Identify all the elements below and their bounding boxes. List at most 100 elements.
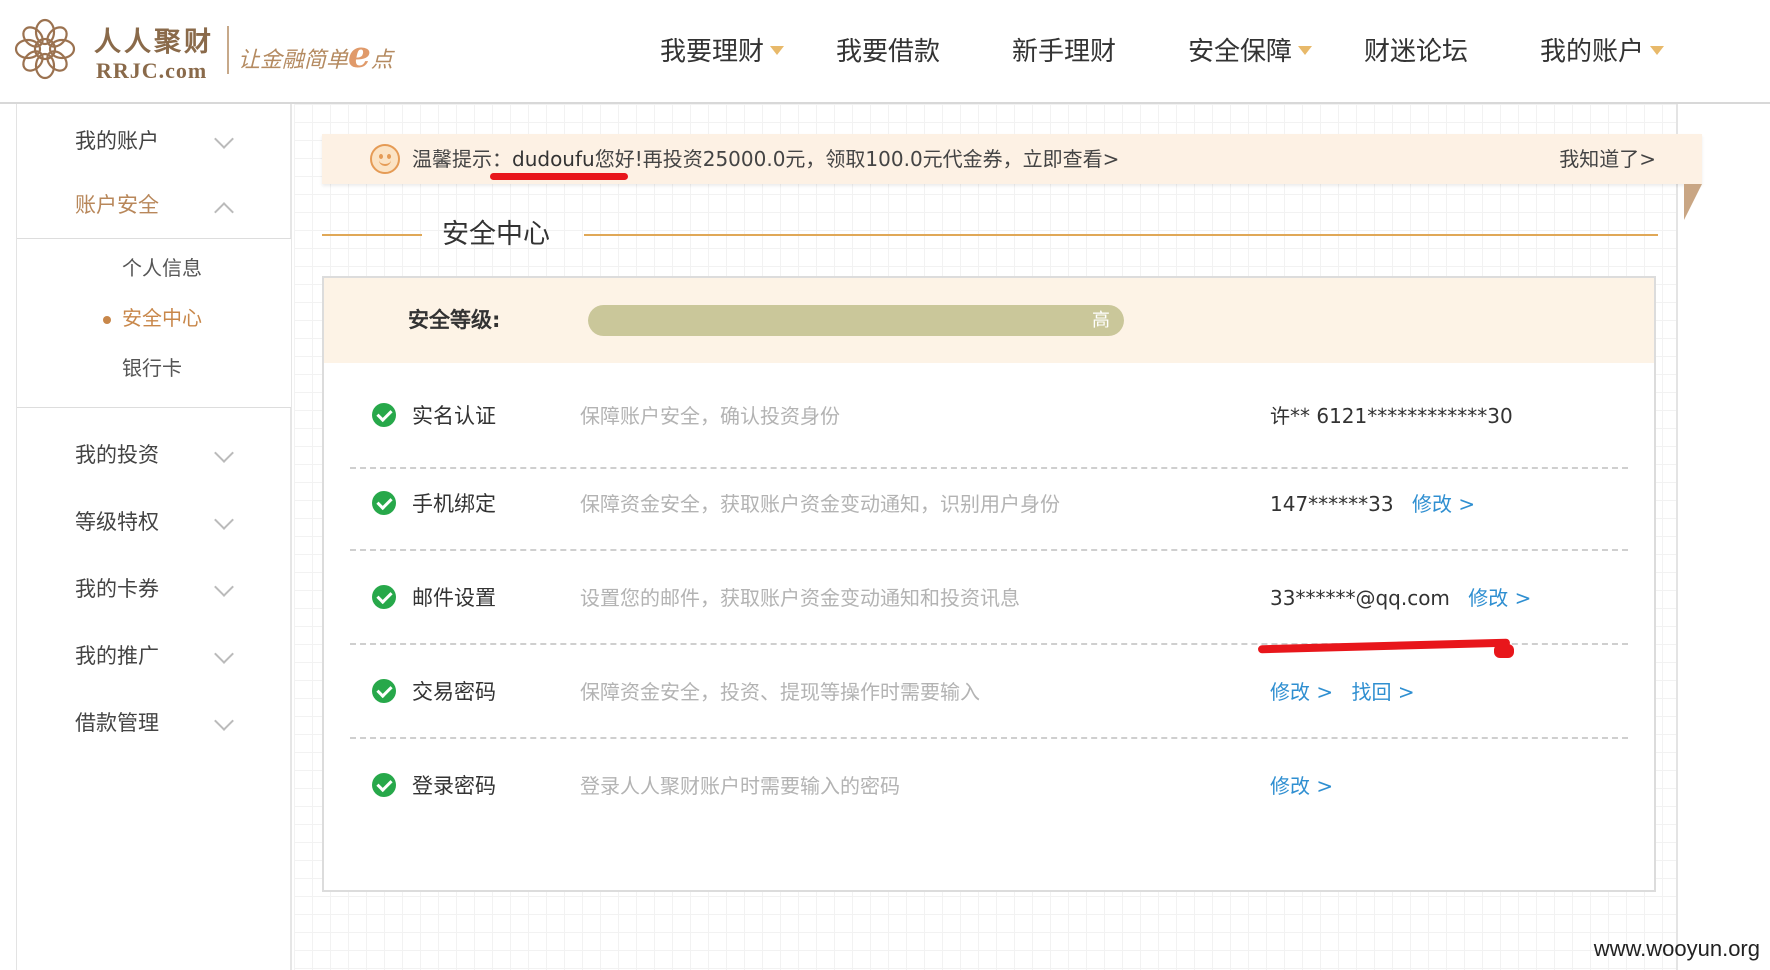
chevron-down-icon <box>214 644 234 664</box>
check-circle-icon <box>372 773 396 797</box>
nav-label: 我要理财 <box>660 37 765 67</box>
row-value-group: 33******@qq.com 修改 > <box>1270 551 1531 645</box>
site-header: 人人聚财 RRJC.com 让金融简单e点 我要理财 我要借款 新手理财 安全保… <box>0 0 1770 104</box>
site-logo[interactable]: 人人聚财 RRJC.com 让金融简单e点 <box>14 16 394 86</box>
sidebar-subitem-personal-info[interactable]: 个人信息 <box>122 253 202 283</box>
security-level-fill <box>588 305 1124 336</box>
row-value: 许** 6121************30 <box>1270 404 1513 428</box>
logo-flower-icon <box>14 18 76 80</box>
sidebar-submenu: 个人信息 安全中心 银行卡 <box>17 238 291 408</box>
sidebar-item-label: 账户安全 <box>75 193 159 217</box>
brand-name: 人人聚财 <box>94 27 214 58</box>
sidebar-subitem-security-center[interactable]: 安全中心 <box>122 303 202 333</box>
chevron-down-icon <box>214 443 234 463</box>
notice-fold-decoration <box>1684 184 1702 220</box>
chevron-down-icon <box>214 510 234 530</box>
sidebar: 我的账户 账户安全 个人信息 安全中心 银行卡 我的投资 等级特权 我的卡券 我… <box>16 104 292 970</box>
nav-label: 财迷论坛 <box>1364 37 1469 67</box>
security-panel: 安全等级: 高 实名认证 保障账户安全，确认投资身份 许** 6121*****… <box>322 276 1656 892</box>
sidebar-item-label: 借款管理 <box>75 711 159 735</box>
notice-dismiss-link[interactable]: 我知道了> <box>1559 134 1656 184</box>
row-title: 邮件设置 <box>412 586 496 610</box>
row-description: 保障资金安全，投资、提现等操作时需要输入 <box>580 680 980 704</box>
caret-down-icon <box>1298 46 1313 55</box>
notice-prefix: 温馨提示： <box>412 147 512 171</box>
annotation-scribble <box>1494 644 1514 658</box>
section-rule-left <box>322 234 422 236</box>
sidebar-item-loan-management[interactable]: 借款管理 <box>17 690 291 756</box>
row-value-group: 修改 > 找回 > <box>1270 645 1415 739</box>
sidebar-item-label: 我的投资 <box>75 443 159 467</box>
row-title: 手机绑定 <box>412 492 496 516</box>
nav-item-forum[interactable]: 财迷论坛 <box>1364 30 1468 74</box>
sidebar-item-label: 我的卡券 <box>75 577 159 601</box>
sidebar-subitem-bank-card[interactable]: 银行卡 <box>122 353 182 383</box>
nav-label: 我的账户 <box>1540 37 1645 67</box>
sidebar-item-account-security[interactable]: 账户安全 <box>17 172 291 238</box>
caret-down-icon <box>1650 46 1665 55</box>
check-circle-icon <box>372 491 396 515</box>
security-level-value: 高 <box>1092 310 1110 331</box>
page-title: 安全中心 <box>442 219 550 250</box>
logo-divider <box>227 26 229 74</box>
watermark: www.wooyun.org <box>1593 936 1760 961</box>
active-dot-icon <box>103 316 111 324</box>
security-level-progress: 高 <box>588 305 1124 336</box>
notice-message: 您好!再投资25000.0元，领取100.0元代金券，立即查看> <box>594 147 1120 171</box>
security-level-bar: 安全等级: 高 <box>324 278 1654 363</box>
nav-label: 安全保障 <box>1188 37 1293 67</box>
nav-item-borrow[interactable]: 我要借款 <box>836 30 940 74</box>
check-circle-icon <box>372 679 396 703</box>
phone-value: 147******33 <box>1270 492 1394 516</box>
row-description: 保障资金安全，获取账户资金变动通知，识别用户身份 <box>580 492 1060 516</box>
modify-trade-password-link[interactable]: 修改 > <box>1270 680 1333 704</box>
modify-phone-link[interactable]: 修改 > <box>1412 492 1475 516</box>
sidebar-item-label: 我的推广 <box>75 644 159 668</box>
chevron-down-icon <box>214 711 234 731</box>
nav-item-security[interactable]: 安全保障 <box>1188 30 1313 74</box>
security-row-real-name: 实名认证 保障账户安全，确认投资身份 许** 6121************3… <box>350 363 1628 469</box>
brand-domain: RRJC.com <box>96 58 208 83</box>
notice-username: dudoufu <box>512 147 595 171</box>
chevron-down-icon <box>214 577 234 597</box>
retrieve-trade-password-link[interactable]: 找回 > <box>1351 680 1414 704</box>
security-row-trade-password: 交易密码 保障资金安全，投资、提现等操作时需要输入 修改 > 找回 > <box>350 645 1628 739</box>
row-value-group: 修改 > <box>1270 739 1333 833</box>
modify-email-link[interactable]: 修改 > <box>1468 586 1531 610</box>
nav-item-invest[interactable]: 我要理财 <box>660 30 785 74</box>
section-rule-right <box>584 234 1658 236</box>
slogan-prefix: 让金融简单 <box>238 48 349 73</box>
caret-down-icon <box>770 46 785 55</box>
check-circle-icon <box>372 403 396 427</box>
security-row-phone: 手机绑定 保障资金安全，获取账户资金变动通知，识别用户身份 147******3… <box>350 457 1628 551</box>
sidebar-item-my-promotion[interactable]: 我的推广 <box>17 623 291 689</box>
security-level-label: 安全等级: <box>408 308 501 332</box>
slogan-suffix: 点 <box>370 48 393 73</box>
chevron-down-icon <box>214 129 234 149</box>
chevron-up-icon <box>214 202 234 222</box>
sidebar-item-my-investment[interactable]: 我的投资 <box>17 422 291 488</box>
security-row-email: 邮件设置 设置您的邮件，获取账户资金变动通知和投资讯息 33******@qq.… <box>350 551 1628 645</box>
row-title: 交易密码 <box>412 680 496 704</box>
row-title: 实名认证 <box>412 404 496 428</box>
check-circle-icon <box>372 585 396 609</box>
annotation-underline <box>490 173 628 180</box>
smiley-icon <box>370 144 400 174</box>
sidebar-item-level-privileges[interactable]: 等级特权 <box>17 489 291 555</box>
sidebar-item-label: 我的账户 <box>75 129 159 153</box>
security-row-login-password: 登录密码 登录人人聚财账户时需要输入的密码 修改 > <box>350 739 1628 833</box>
row-description: 登录人人聚财账户时需要输入的密码 <box>580 774 900 798</box>
sidebar-item-my-account[interactable]: 我的账户 <box>17 108 291 174</box>
row-description: 设置您的邮件，获取账户资金变动通知和投资讯息 <box>580 586 1020 610</box>
row-title: 登录密码 <box>412 774 496 798</box>
sidebar-item-label: 等级特权 <box>75 510 159 534</box>
email-value: 33******@qq.com <box>1270 586 1450 610</box>
section-header: 安全中心 <box>322 212 1658 258</box>
sidebar-item-my-coupons[interactable]: 我的卡券 <box>17 556 291 622</box>
nav-item-newbie[interactable]: 新手理财 <box>1012 30 1116 74</box>
nav-label: 新手理财 <box>1012 37 1117 67</box>
slogan-e: e <box>348 34 371 76</box>
modify-login-password-link[interactable]: 修改 > <box>1270 774 1333 798</box>
nav-label: 我要借款 <box>836 37 941 67</box>
nav-item-my-account[interactable]: 我的账户 <box>1540 30 1665 74</box>
